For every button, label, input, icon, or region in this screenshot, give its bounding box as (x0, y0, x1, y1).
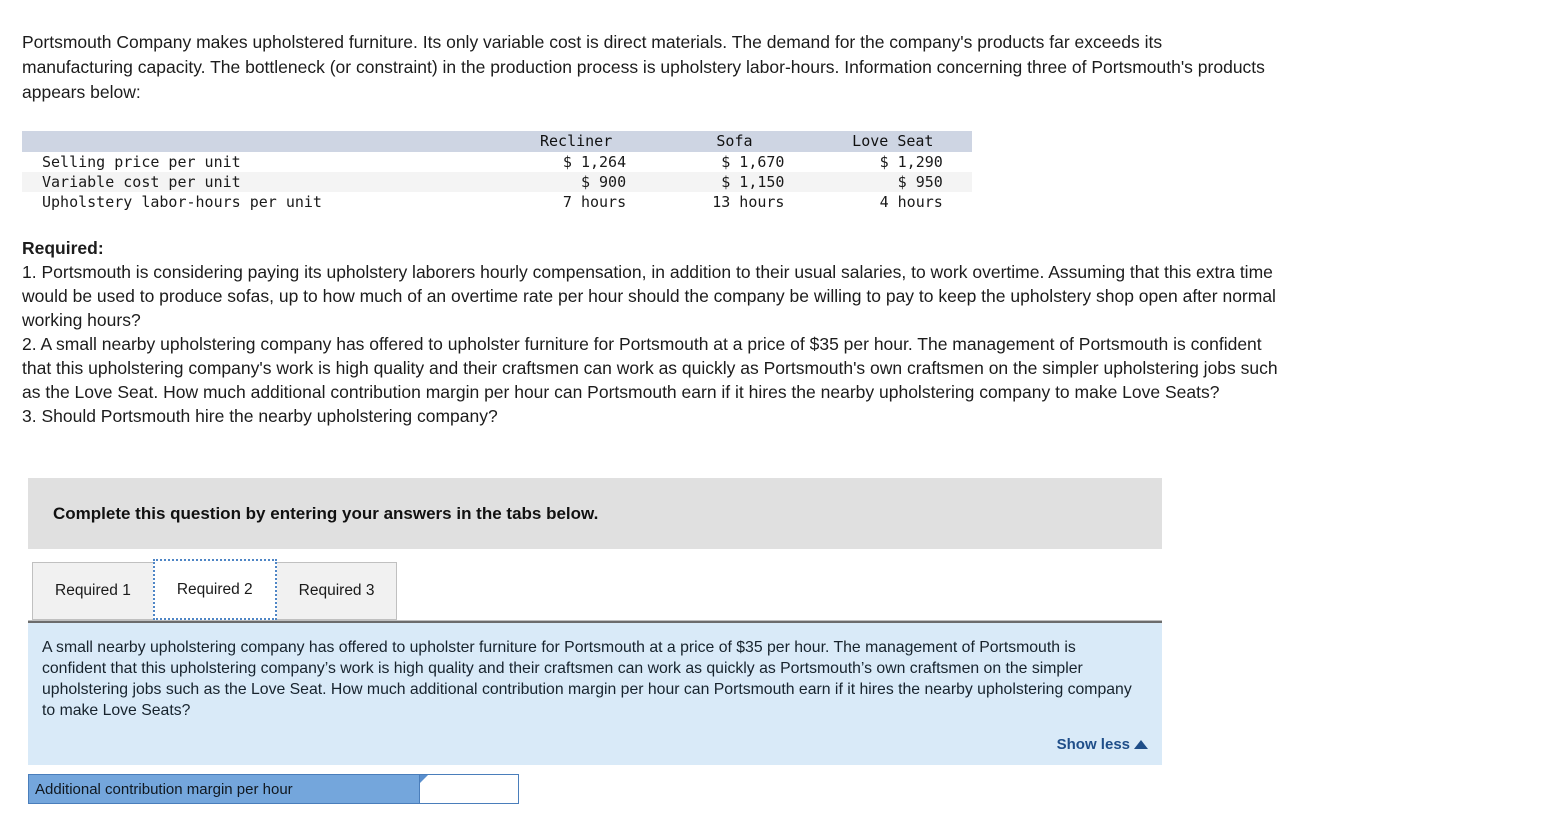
product-data-table: Recliner Sofa Love Seat Selling price pe… (22, 131, 972, 212)
table-header-row: Recliner Sofa Love Seat (22, 131, 972, 152)
instruction-banner-text: Complete this question by entering your … (53, 503, 599, 523)
tab-required-1-label: Required 1 (55, 582, 131, 599)
cell-variable-cost-recliner: $ 900 (580, 173, 627, 191)
tabs-row: Required 1 Required 2 Required 3 (32, 559, 398, 620)
table-row: Variable cost per unit $ 900 $ 1,150 $ 9… (22, 172, 972, 192)
row-label-variable-cost: Variable cost per unit (42, 173, 241, 191)
required-item-3: 3. Should Portsmouth hire the nearby uph… (22, 406, 498, 426)
instruction-banner: Complete this question by entering your … (28, 478, 1162, 549)
cell-upholstery-hours-recliner: 7 hours (562, 193, 627, 211)
cell-variable-cost-sofa: $ 1,150 (721, 173, 785, 191)
cell-selling-price-sofa: $ 1,670 (721, 153, 785, 171)
table-header-sofa: Sofa (716, 132, 753, 150)
table-header-blank (22, 131, 497, 152)
cell-upholstery-hours-sofa: 13 hours (712, 193, 785, 211)
answer-label: Additional contribution margin per hour (29, 775, 419, 803)
table-header: Recliner Sofa Love Seat (22, 131, 972, 152)
question-panel-text: A small nearby upholstering company has … (42, 639, 1132, 719)
additional-contribution-margin-input[interactable] (420, 775, 518, 803)
answer-input-cell[interactable] (419, 775, 518, 803)
table-header-recliner: Recliner (540, 132, 613, 150)
table-row: Selling price per unit $ 1,264 $ 1,670 $… (22, 152, 972, 172)
row-label-upholstery-hours: Upholstery labor-hours per unit (42, 193, 322, 211)
required-heading: Required: (22, 238, 104, 258)
tab-strip: Required 1 Required 2 Required 3 (28, 559, 1162, 621)
tab-required-2[interactable]: Required 2 (152, 559, 277, 620)
tab-required-3-label: Required 3 (298, 582, 375, 599)
table-body: Selling price per unit $ 1,264 $ 1,670 $… (22, 152, 972, 212)
show-less-label: Show less (1056, 736, 1130, 753)
required-block: Required: 1. Portsmouth is considering p… (22, 236, 1282, 428)
intro-paragraph: Portsmouth Company makes upholstered fur… (22, 32, 1265, 102)
tab-required-3[interactable]: Required 3 (275, 562, 398, 620)
triangle-up-icon (1134, 740, 1148, 749)
table-row: Upholstery labor-hours per unit 7 hours … (22, 192, 972, 212)
cell-upholstery-hours-love-seat: 4 hours (879, 193, 943, 211)
cell-selling-price-love-seat: $ 1,290 (879, 153, 943, 171)
table-header-love-seat: Love Seat (852, 132, 934, 150)
tab-required-1[interactable]: Required 1 (32, 562, 154, 620)
tab-required-2-label: Required 2 (176, 580, 253, 598)
show-less-link[interactable]: Show less (1057, 736, 1148, 753)
cell-variable-cost-love-seat: $ 950 (897, 173, 943, 191)
question-panel: A small nearby upholstering company has … (28, 621, 1162, 765)
answer-row: Additional contribution margin per hour (28, 774, 519, 804)
required-item-2: 2. A small nearby upholstering company h… (22, 334, 1278, 402)
cell-selling-price-recliner: $ 1,264 (562, 153, 627, 171)
required-item-1: 1. Portsmouth is considering paying its … (22, 262, 1276, 330)
row-label-selling-price: Selling price per unit (42, 153, 241, 171)
